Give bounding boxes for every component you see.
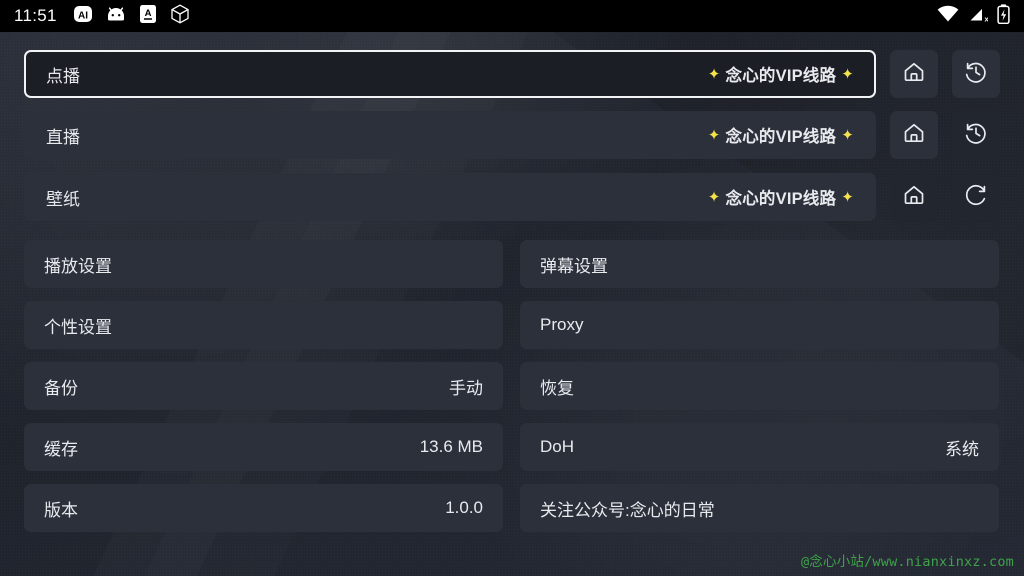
home-button-1[interactable] [890, 111, 938, 159]
svg-text:AI: AI [78, 10, 88, 21]
source-label: 壁纸 [46, 189, 80, 209]
settings-item-label: 播放设置 [44, 256, 112, 276]
settings-item-8[interactable]: 版本 1.0.0 [24, 484, 503, 532]
ai-assistant-icon: AI [73, 4, 93, 29]
svg-text:A: A [144, 8, 151, 19]
cellular-signal-off-icon: x [968, 5, 990, 28]
source-label: 点播 [46, 66, 80, 86]
sparkle-icon: ✦ [707, 189, 721, 206]
history-button-0[interactable] [952, 50, 1000, 98]
status-bar-left-icons: AI A [73, 3, 191, 30]
settings-item-7[interactable]: DoH 系统 [520, 423, 999, 471]
cube-icon [169, 3, 191, 30]
source-value: ✦ 念心的VIP线路 ✦ [708, 185, 854, 209]
sparkle-icon: ✦ [841, 127, 854, 144]
source-selector-2[interactable]: 壁纸 ✦ 念心的VIP线路 ✦ [24, 173, 876, 221]
settings-item-value: 1.0.0 [445, 498, 483, 517]
sparkle-icon: ✦ [841, 66, 854, 83]
home-icon [901, 120, 927, 151]
app-a-icon: A [139, 4, 157, 29]
source-value-text: 念心的VIP线路 [725, 128, 837, 146]
source-selector-1[interactable]: 直播 ✦ 念心的VIP线路 ✦ [24, 111, 876, 159]
settings-item-label: 缓存 [44, 439, 78, 459]
settings-item-label: 关注公众号:念心的日常 [540, 500, 715, 520]
source-value-text: 念心的VIP线路 [725, 67, 837, 85]
main-content: 点播 ✦ 念心的VIP线路 ✦ 直播 ✦ 念心的VIP线路 ✦ 壁纸 ✦ 念心的VIP线路 ✦ 播放设… [0, 32, 1024, 576]
home-icon [901, 59, 927, 90]
settings-item-6[interactable]: 缓存 13.6 MB [24, 423, 503, 471]
sparkle-icon: ✦ [707, 66, 721, 83]
home-button-2[interactable] [890, 173, 938, 221]
source-row-0: 点播 ✦ 念心的VIP线路 ✦ [24, 50, 1000, 98]
settings-item-4[interactable]: 备份 手动 [24, 362, 503, 410]
source-value: ✦ 念心的VIP线路 ✦ [708, 123, 854, 147]
home-button-0[interactable] [890, 50, 938, 98]
source-selector-0[interactable]: 点播 ✦ 念心的VIP线路 ✦ [24, 50, 876, 98]
refresh-icon [963, 182, 989, 213]
home-icon [901, 182, 927, 213]
settings-grid: 播放设置 弹幕设置个性设置 Proxy 备份 手动 恢复缓存 13.6 MB DoH 系统版本 1… [24, 240, 1000, 532]
history-icon [963, 59, 989, 90]
settings-item-label: 备份 [44, 378, 78, 398]
svg-text:x: x [985, 14, 989, 23]
android-robot-icon [105, 5, 127, 28]
source-value-text: 念心的VIP线路 [725, 190, 837, 208]
settings-item-5[interactable]: 恢复 [520, 362, 999, 410]
settings-item-3[interactable]: Proxy [520, 301, 999, 349]
settings-item-label: 恢复 [540, 378, 574, 398]
history-icon [963, 120, 989, 151]
source-rows: 点播 ✦ 念心的VIP线路 ✦ 直播 ✦ 念心的VIP线路 ✦ 壁纸 ✦ 念心的VIP线路 ✦ [24, 50, 1000, 221]
source-value: ✦ 念心的VIP线路 ✦ [708, 62, 854, 86]
refresh-button-2[interactable] [952, 173, 1000, 221]
watermark: @念心小站/www.nianxinxz.com [800, 554, 1014, 570]
settings-item-2[interactable]: 个性设置 [24, 301, 503, 349]
source-row-1: 直播 ✦ 念心的VIP线路 ✦ [24, 111, 1000, 159]
history-button-1[interactable] [952, 111, 1000, 159]
settings-item-label: 弹幕设置 [540, 256, 608, 276]
status-bar-clock: 11:51 [14, 6, 57, 25]
settings-item-label: 版本 [44, 500, 78, 520]
settings-item-0[interactable]: 播放设置 [24, 240, 503, 288]
source-row-2: 壁纸 ✦ 念心的VIP线路 ✦ [24, 173, 1000, 221]
settings-item-label: DoH [540, 437, 575, 456]
wifi-icon [937, 5, 959, 28]
sparkle-icon: ✦ [707, 127, 721, 144]
battery-charging-icon [997, 3, 1010, 29]
settings-item-label: Proxy [540, 315, 584, 334]
settings-item-9[interactable]: 关注公众号:念心的日常 [520, 484, 999, 532]
settings-item-value: 系统 [945, 439, 979, 459]
settings-item-value: 13.6 MB [419, 437, 483, 456]
status-bar-right-icons: x [937, 3, 1010, 29]
sparkle-icon: ✦ [841, 189, 854, 206]
status-bar: 11:51 AI A x [0, 0, 1024, 32]
settings-item-label: 个性设置 [44, 317, 112, 337]
source-label: 直播 [46, 127, 80, 147]
settings-item-1[interactable]: 弹幕设置 [520, 240, 999, 288]
settings-item-value: 手动 [449, 378, 483, 398]
